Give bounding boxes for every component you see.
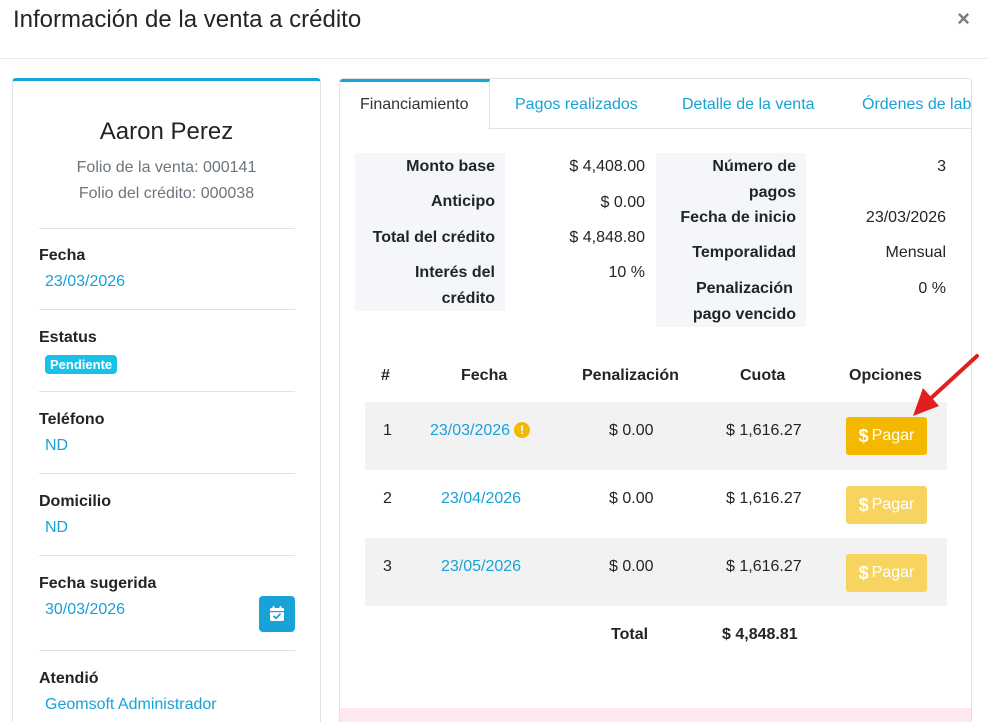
monto-base-label: Monto base [406,158,495,175]
divider [39,228,295,229]
penalizacion-label: Penalización pago vencido [692,280,796,323]
total-credito-value: $ 4,848.80 [569,229,645,246]
col-header-fecha: Fecha [461,367,508,384]
divider [39,555,295,556]
row-penalizacion: $ 0.00 [609,422,654,439]
atendio-label: Atendió [39,670,99,687]
row-fecha-link[interactable]: 23/03/2026! [430,422,531,440]
fecha-inicio-value: 23/03/2026 [865,209,946,226]
num-pagos-label: Número de pagos [712,158,796,201]
dollar-icon: $ [858,425,869,446]
client-card: Aaron Perez Folio de la venta: 000141 Fo… [12,78,321,722]
interes-value: 10 % [608,264,645,281]
divider [39,650,295,651]
anticipo-label: Anticipo [431,193,495,210]
dollar-icon: $ [858,562,869,583]
row-cuota: $ 1,616.27 [726,490,802,507]
estatus-label: Estatus [39,329,97,346]
row-num: 1 [383,422,392,439]
modal-title: Información de la venta a crédito [13,6,362,33]
client-name: Aaron Perez [99,118,234,145]
total-value: $ 4,848.81 [722,626,798,643]
total-credito-label: Total del crédito [372,229,495,246]
status-badge: Pendiente [45,355,118,374]
annotation-arrow-icon [913,354,979,416]
pay-button-disabled[interactable]: $ Pagar [846,486,927,524]
telefono-label: Teléfono [39,411,105,428]
temporalidad-value: Mensual [885,244,946,261]
total-label: Total [611,626,649,643]
modal-header: Información de la venta a crédito × [0,0,988,59]
atendio-value: Geomsoft Administrador [45,696,217,713]
warning-icon: ! [514,422,531,438]
credit-detail-card: Financiamiento Pagos realizados Detalle … [339,78,972,722]
alert-bar [340,708,971,722]
anticipo-value: $ 0.00 [600,194,645,211]
folio-credito: Folio del crédito: 000038 [78,185,255,202]
fecha-inicio-label: Fecha de inicio [680,209,796,226]
num-pagos-value: 3 [937,158,946,175]
close-button[interactable]: × [957,6,970,32]
fecha-label: Fecha [39,247,86,264]
row-penalizacion: $ 0.00 [609,558,654,575]
row-num: 2 [383,490,392,507]
fecha-sugerida-label: Fecha sugerida [39,575,157,592]
pay-button-disabled[interactable]: $ Pagar [846,554,927,592]
folio-venta: Folio de la venta: 000141 [76,159,257,176]
telefono-value: ND [45,437,69,454]
col-header-cuota: Cuota [740,367,786,384]
fecha-sugerida-value: 30/03/2026 [45,601,126,618]
row-num: 3 [383,558,392,575]
col-header-penalizacion: Penalización [582,367,679,384]
row-fecha-link[interactable]: 23/04/2026 [441,490,521,508]
divider [39,473,295,474]
row-cuota: $ 1,616.27 [726,558,802,575]
divider [39,309,295,310]
calendar-button[interactable] [259,596,295,632]
tab-detalle-venta[interactable]: Detalle de la venta [682,79,815,129]
calendar-check-icon [270,606,284,621]
penalizacion-value: 0 % [918,280,946,297]
monto-base-value: $ 4,408.00 [569,158,645,175]
interes-label: Interés del crédito [414,264,495,307]
fecha-value: 23/03/2026 [45,273,126,290]
divider [39,391,295,392]
domicilio-label: Domicilio [39,493,112,510]
row-cuota: $ 1,616.27 [726,422,802,439]
temporalidad-label: Temporalidad [692,244,796,261]
dollar-icon: $ [858,494,869,515]
row-penalizacion: $ 0.00 [609,490,654,507]
tab-pagos-realizados[interactable]: Pagos realizados [515,79,638,129]
row-fecha-link[interactable]: 23/05/2026 [441,558,521,576]
col-header-num: # [381,367,390,384]
tabs-bar: Financiamiento Pagos realizados Detalle … [340,79,971,130]
domicilio-value: ND [45,519,69,536]
tab-financiamiento[interactable]: Financiamiento [340,79,490,130]
tab-ordenes-lab[interactable]: Órdenes de lab [862,79,971,129]
